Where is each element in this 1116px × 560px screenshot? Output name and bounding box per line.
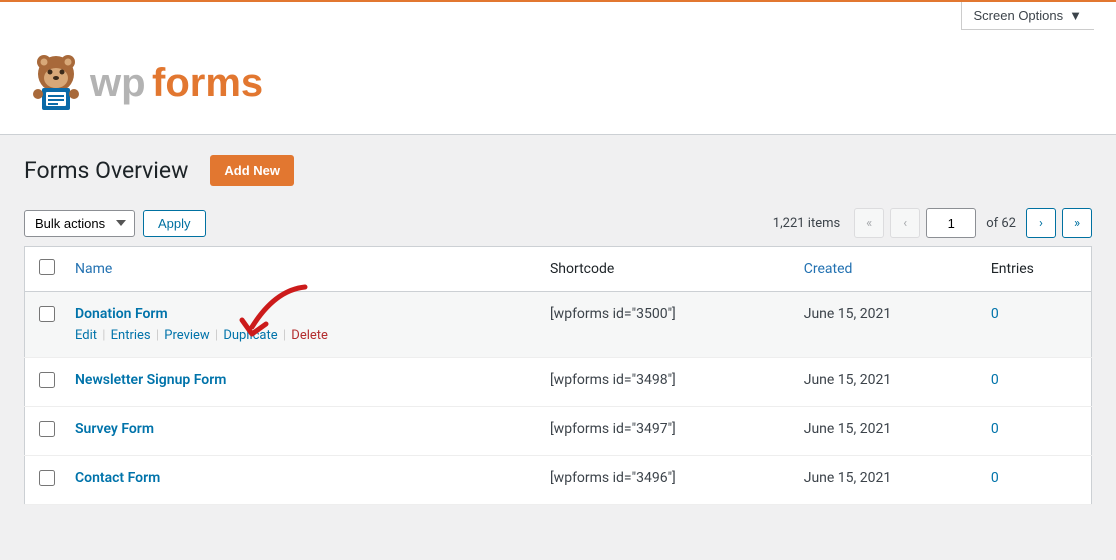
screen-options-label: Screen Options — [974, 8, 1064, 23]
pagination: 1,221 items « ‹ of 62 › » — [773, 208, 1092, 238]
pagination-current-input[interactable] — [926, 208, 976, 238]
entries-link[interactable]: 0 — [991, 470, 999, 486]
shortcode-cell: [wpforms id="3497"] — [540, 407, 794, 456]
apply-button[interactable]: Apply — [143, 210, 206, 237]
created-cell: June 15, 2021 — [794, 358, 981, 407]
created-cell: June 15, 2021 — [794, 456, 981, 505]
action-edit[interactable]: Edit — [75, 328, 97, 343]
row-checkbox[interactable] — [39, 306, 55, 322]
pagination-next-button[interactable]: › — [1026, 208, 1056, 238]
add-new-button[interactable]: Add New — [210, 155, 294, 186]
action-delete[interactable]: Delete — [291, 328, 328, 343]
shortcode-cell: [wpforms id="3498"] — [540, 358, 794, 407]
created-cell: June 15, 2021 — [794, 292, 981, 358]
row-checkbox[interactable] — [39, 421, 55, 437]
entries-link[interactable]: 0 — [991, 421, 999, 437]
pagination-prev-button[interactable]: ‹ — [890, 208, 920, 238]
column-name[interactable]: Name — [65, 247, 540, 292]
svg-text:wp: wp — [89, 61, 146, 105]
action-entries[interactable]: Entries — [111, 328, 151, 343]
created-cell: June 15, 2021 — [794, 407, 981, 456]
select-all-checkbox[interactable] — [39, 259, 55, 275]
shortcode-cell: [wpforms id="3500"] — [540, 292, 794, 358]
entries-link[interactable]: 0 — [991, 306, 999, 322]
pagination-first-button[interactable]: « — [854, 208, 884, 238]
action-duplicate[interactable]: Duplicate — [223, 328, 277, 343]
svg-text:forms: forms — [152, 61, 263, 105]
caret-down-icon: ▼ — [1069, 8, 1082, 23]
page-title: Forms Overview — [24, 157, 188, 184]
form-name-link[interactable]: Survey Form — [75, 421, 154, 437]
table-row: Newsletter Signup Form [wpforms id="3498"… — [25, 358, 1092, 407]
form-name-link[interactable]: Newsletter Signup Form — [75, 372, 226, 388]
wpforms-logo: wp forms — [24, 48, 1092, 116]
action-preview[interactable]: Preview — [164, 328, 209, 343]
screen-options-button[interactable]: Screen Options ▼ — [961, 2, 1094, 30]
shortcode-cell: [wpforms id="3496"] — [540, 456, 794, 505]
row-actions: Edit | Entries | Preview | Duplicate | D… — [75, 328, 530, 343]
table-row: Survey Form [wpforms id="3497"]June 15, 2… — [25, 407, 1092, 456]
row-checkbox[interactable] — [39, 470, 55, 486]
column-entries: Entries — [981, 247, 1092, 292]
table-row: Contact Form [wpforms id="3496"]June 15, … — [25, 456, 1092, 505]
form-name-link[interactable]: Donation Form — [75, 306, 168, 322]
pagination-last-button[interactable]: » — [1062, 208, 1092, 238]
table-row: Donation Form Edit | Entries | Preview | … — [25, 292, 1092, 358]
pagination-of-label: of 62 — [986, 216, 1016, 231]
form-name-link[interactable]: Contact Form — [75, 470, 160, 486]
column-created[interactable]: Created — [794, 247, 981, 292]
row-checkbox[interactable] — [39, 372, 55, 388]
pagination-total: 1,221 items — [773, 216, 840, 231]
forms-table: Name Shortcode Created Entries Donation … — [24, 246, 1092, 505]
column-shortcode: Shortcode — [540, 247, 794, 292]
bulk-actions-select[interactable]: Bulk actions — [24, 210, 135, 237]
entries-link[interactable]: 0 — [991, 372, 999, 388]
